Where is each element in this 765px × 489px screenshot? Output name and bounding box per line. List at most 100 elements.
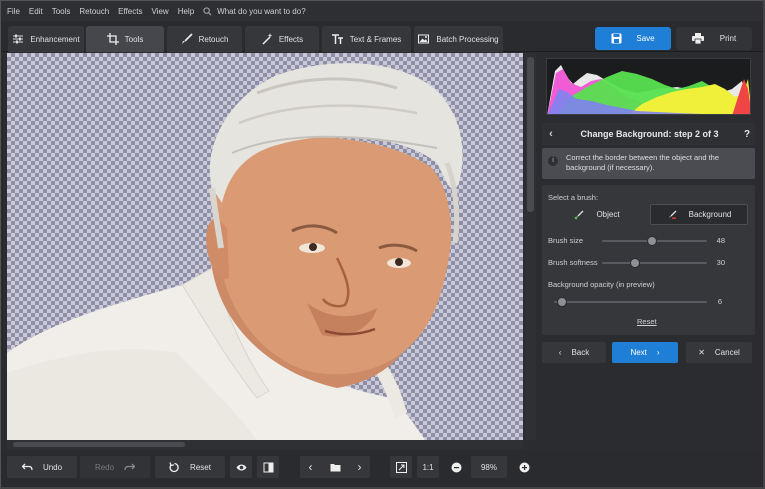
zoom-out-button[interactable] [445, 456, 467, 478]
print-label: Print [719, 34, 737, 43]
reset-link[interactable]: Reset [637, 317, 657, 326]
brush-icon [181, 33, 193, 44]
portrait-photo [7, 63, 463, 440]
zoom-in-button[interactable] [513, 456, 535, 478]
brush-size-value: 48 [716, 236, 725, 245]
fit-screen-icon [395, 461, 407, 473]
bg-opacity-knob[interactable] [557, 297, 567, 307]
text-icon [331, 34, 343, 44]
chevron-right-icon[interactable]: › [358, 460, 362, 474]
menu-effects[interactable]: Effects [118, 7, 142, 16]
chevron-left-icon[interactable]: ‹ [542, 128, 560, 140]
save-button[interactable]: Save [595, 27, 671, 50]
save-icon [611, 33, 622, 44]
tab-enhancement[interactable]: Enhancement [8, 26, 84, 52]
preview-button[interactable] [230, 456, 252, 478]
search-box[interactable]: What do you want to do? [203, 7, 306, 16]
search-placeholder: What do you want to do? [217, 6, 306, 16]
horizontal-scrollbar[interactable] [7, 440, 523, 449]
actual-size-button[interactable]: 1:1 [417, 456, 439, 478]
print-button[interactable]: Print [676, 27, 752, 50]
image-canvas[interactable] [7, 53, 523, 440]
cancel-label: Cancel [714, 348, 740, 357]
tab-tools[interactable]: Tools [86, 26, 164, 52]
compare-icon [263, 462, 273, 472]
help-button[interactable]: ? [739, 129, 755, 140]
menu-tools[interactable]: Tools [52, 7, 71, 16]
brush-softness-value: 30 [716, 258, 725, 267]
redo-label: Redo [94, 462, 115, 472]
right-panel: ‹ Change Background: step 2 of 3 ? i Cor… [538, 53, 763, 451]
folder-icon[interactable] [330, 462, 341, 473]
redo-button[interactable]: Redo [80, 456, 150, 478]
reset-icon [169, 461, 179, 472]
reset-button[interactable]: Reset [155, 456, 225, 478]
redo-icon [124, 463, 136, 470]
scroll-thumb[interactable] [13, 442, 185, 447]
undo-icon [21, 463, 33, 470]
images-icon [418, 34, 430, 44]
brush-size-label: Brush size [548, 236, 584, 245]
brush-softness-slider[interactable] [602, 262, 707, 264]
brush-size-knob[interactable] [647, 236, 657, 246]
menu-file[interactable]: File [7, 7, 20, 16]
bg-opacity-value: 6 [717, 297, 722, 306]
zoom-value: 98% [480, 462, 497, 472]
tab-batch-processing[interactable]: Batch Processing [414, 26, 503, 52]
info-icon: i [548, 156, 558, 166]
menu-view[interactable]: View [151, 7, 168, 16]
eye-icon [236, 464, 246, 470]
menu-retouch[interactable]: Retouch [79, 7, 109, 16]
tab-text-frames[interactable]: Text & Frames [322, 26, 411, 52]
menu-bar: File Edit Tools Retouch Effects View Hel… [1, 1, 763, 21]
one-to-one-label: 1:1 [422, 462, 434, 472]
background-label: Background [688, 210, 732, 219]
info-text: Correct the border between the object an… [566, 153, 720, 172]
scroll-thumb[interactable] [527, 57, 534, 212]
back-button[interactable]: ‹ Back [542, 342, 606, 363]
brush-softness-label: Brush softness [548, 258, 598, 267]
tab-label: Enhancement [30, 34, 80, 44]
tab-retouch[interactable]: Retouch [167, 26, 242, 52]
close-icon: ✕ [698, 348, 705, 357]
file-navigation: ‹ › [300, 456, 370, 478]
brush-softness-knob[interactable] [630, 258, 640, 268]
crop-icon [106, 33, 119, 45]
save-label: Save [636, 34, 655, 43]
step-title: Change Background: step 2 of 3 [580, 129, 719, 139]
undo-button[interactable]: Undo [7, 456, 77, 478]
bg-opacity-slider[interactable] [554, 301, 707, 303]
chevron-left-icon: ‹ [558, 348, 562, 357]
zoom-level[interactable]: 98% [471, 456, 507, 478]
back-label: Back [571, 348, 590, 357]
magic-wand-icon [262, 33, 273, 45]
plus-circle-icon [519, 462, 529, 472]
select-brush-label: Select a brush: [548, 193, 599, 202]
tab-effects[interactable]: Effects [245, 26, 319, 52]
sliders-icon [13, 34, 24, 44]
menu-help[interactable]: Help [178, 7, 194, 16]
object-label: Object [596, 210, 620, 219]
search-icon [203, 6, 212, 16]
chevron-right-icon: › [656, 348, 660, 357]
next-label: Next [630, 348, 647, 357]
background-brush-button[interactable]: Background [650, 204, 748, 225]
minus-circle-icon [451, 462, 461, 472]
object-brush-button[interactable]: Object [548, 204, 646, 225]
next-button[interactable]: Next › [612, 342, 678, 363]
info-box: i Correct the border between the object … [542, 148, 755, 179]
fit-to-screen-button[interactable] [390, 456, 412, 478]
step-header: ‹ Change Background: step 2 of 3 ? [542, 123, 755, 145]
chevron-left-icon[interactable]: ‹ [309, 460, 313, 474]
undo-label: Undo [42, 462, 63, 472]
compare-button[interactable] [257, 456, 279, 478]
tab-label: Retouch [198, 34, 229, 44]
cancel-button[interactable]: ✕ Cancel [686, 342, 752, 363]
histogram [546, 58, 751, 115]
printer-icon [691, 33, 704, 44]
brush-settings: Select a brush: Object Background Brush … [542, 185, 755, 335]
menu-edit[interactable]: Edit [29, 7, 43, 16]
tab-label: Tools [124, 34, 144, 44]
vertical-scrollbar[interactable] [525, 53, 536, 440]
toolbar: Enhancement Tools Retouch Effects Text &… [1, 21, 763, 52]
